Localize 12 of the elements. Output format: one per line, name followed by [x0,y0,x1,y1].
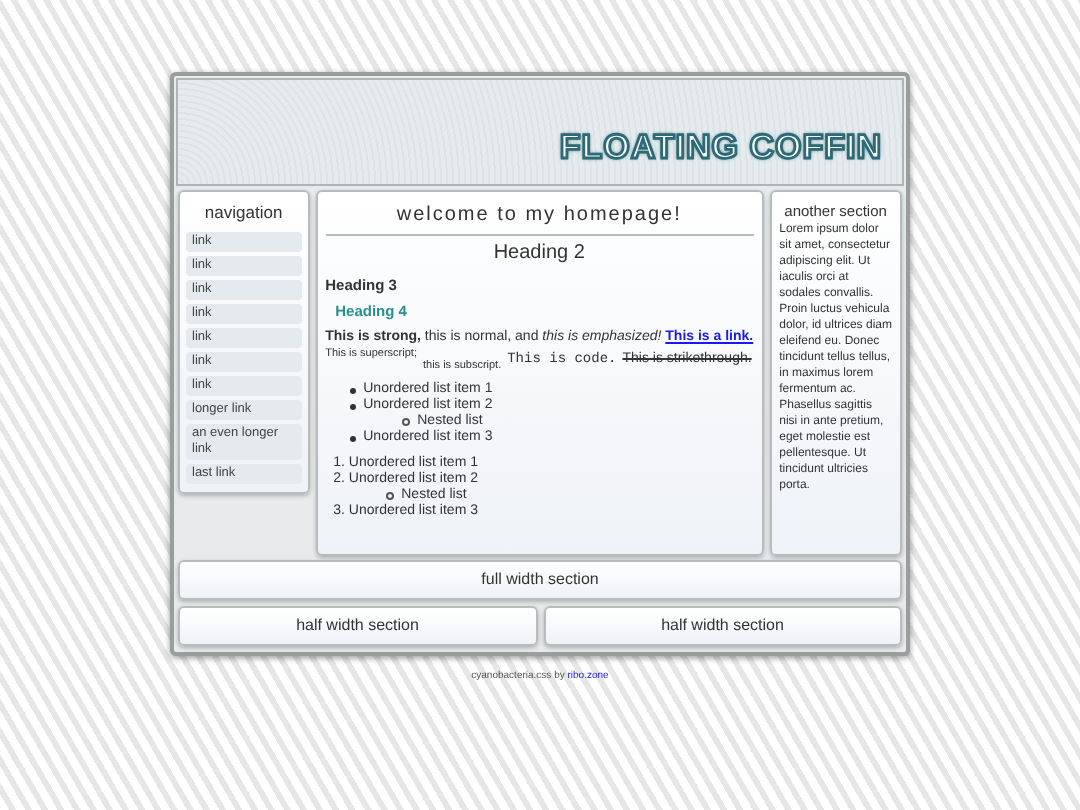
heading-2: Heading 2 [491,240,587,268]
bullet-icon [349,403,356,409]
bullet-icon [349,387,356,393]
section-panel: half width section [543,606,902,646]
circle-bullet-icon [401,418,410,426]
content-title: welcome to my homepage! [325,200,754,236]
section-panel: full width section [178,560,902,600]
bullet-icon [349,435,356,441]
panel-title: navigation [202,200,285,226]
circle-bullet-icon [385,492,394,500]
section-panel: half width section [178,606,537,646]
site-title: FLOATING COFFIN [559,125,882,169]
